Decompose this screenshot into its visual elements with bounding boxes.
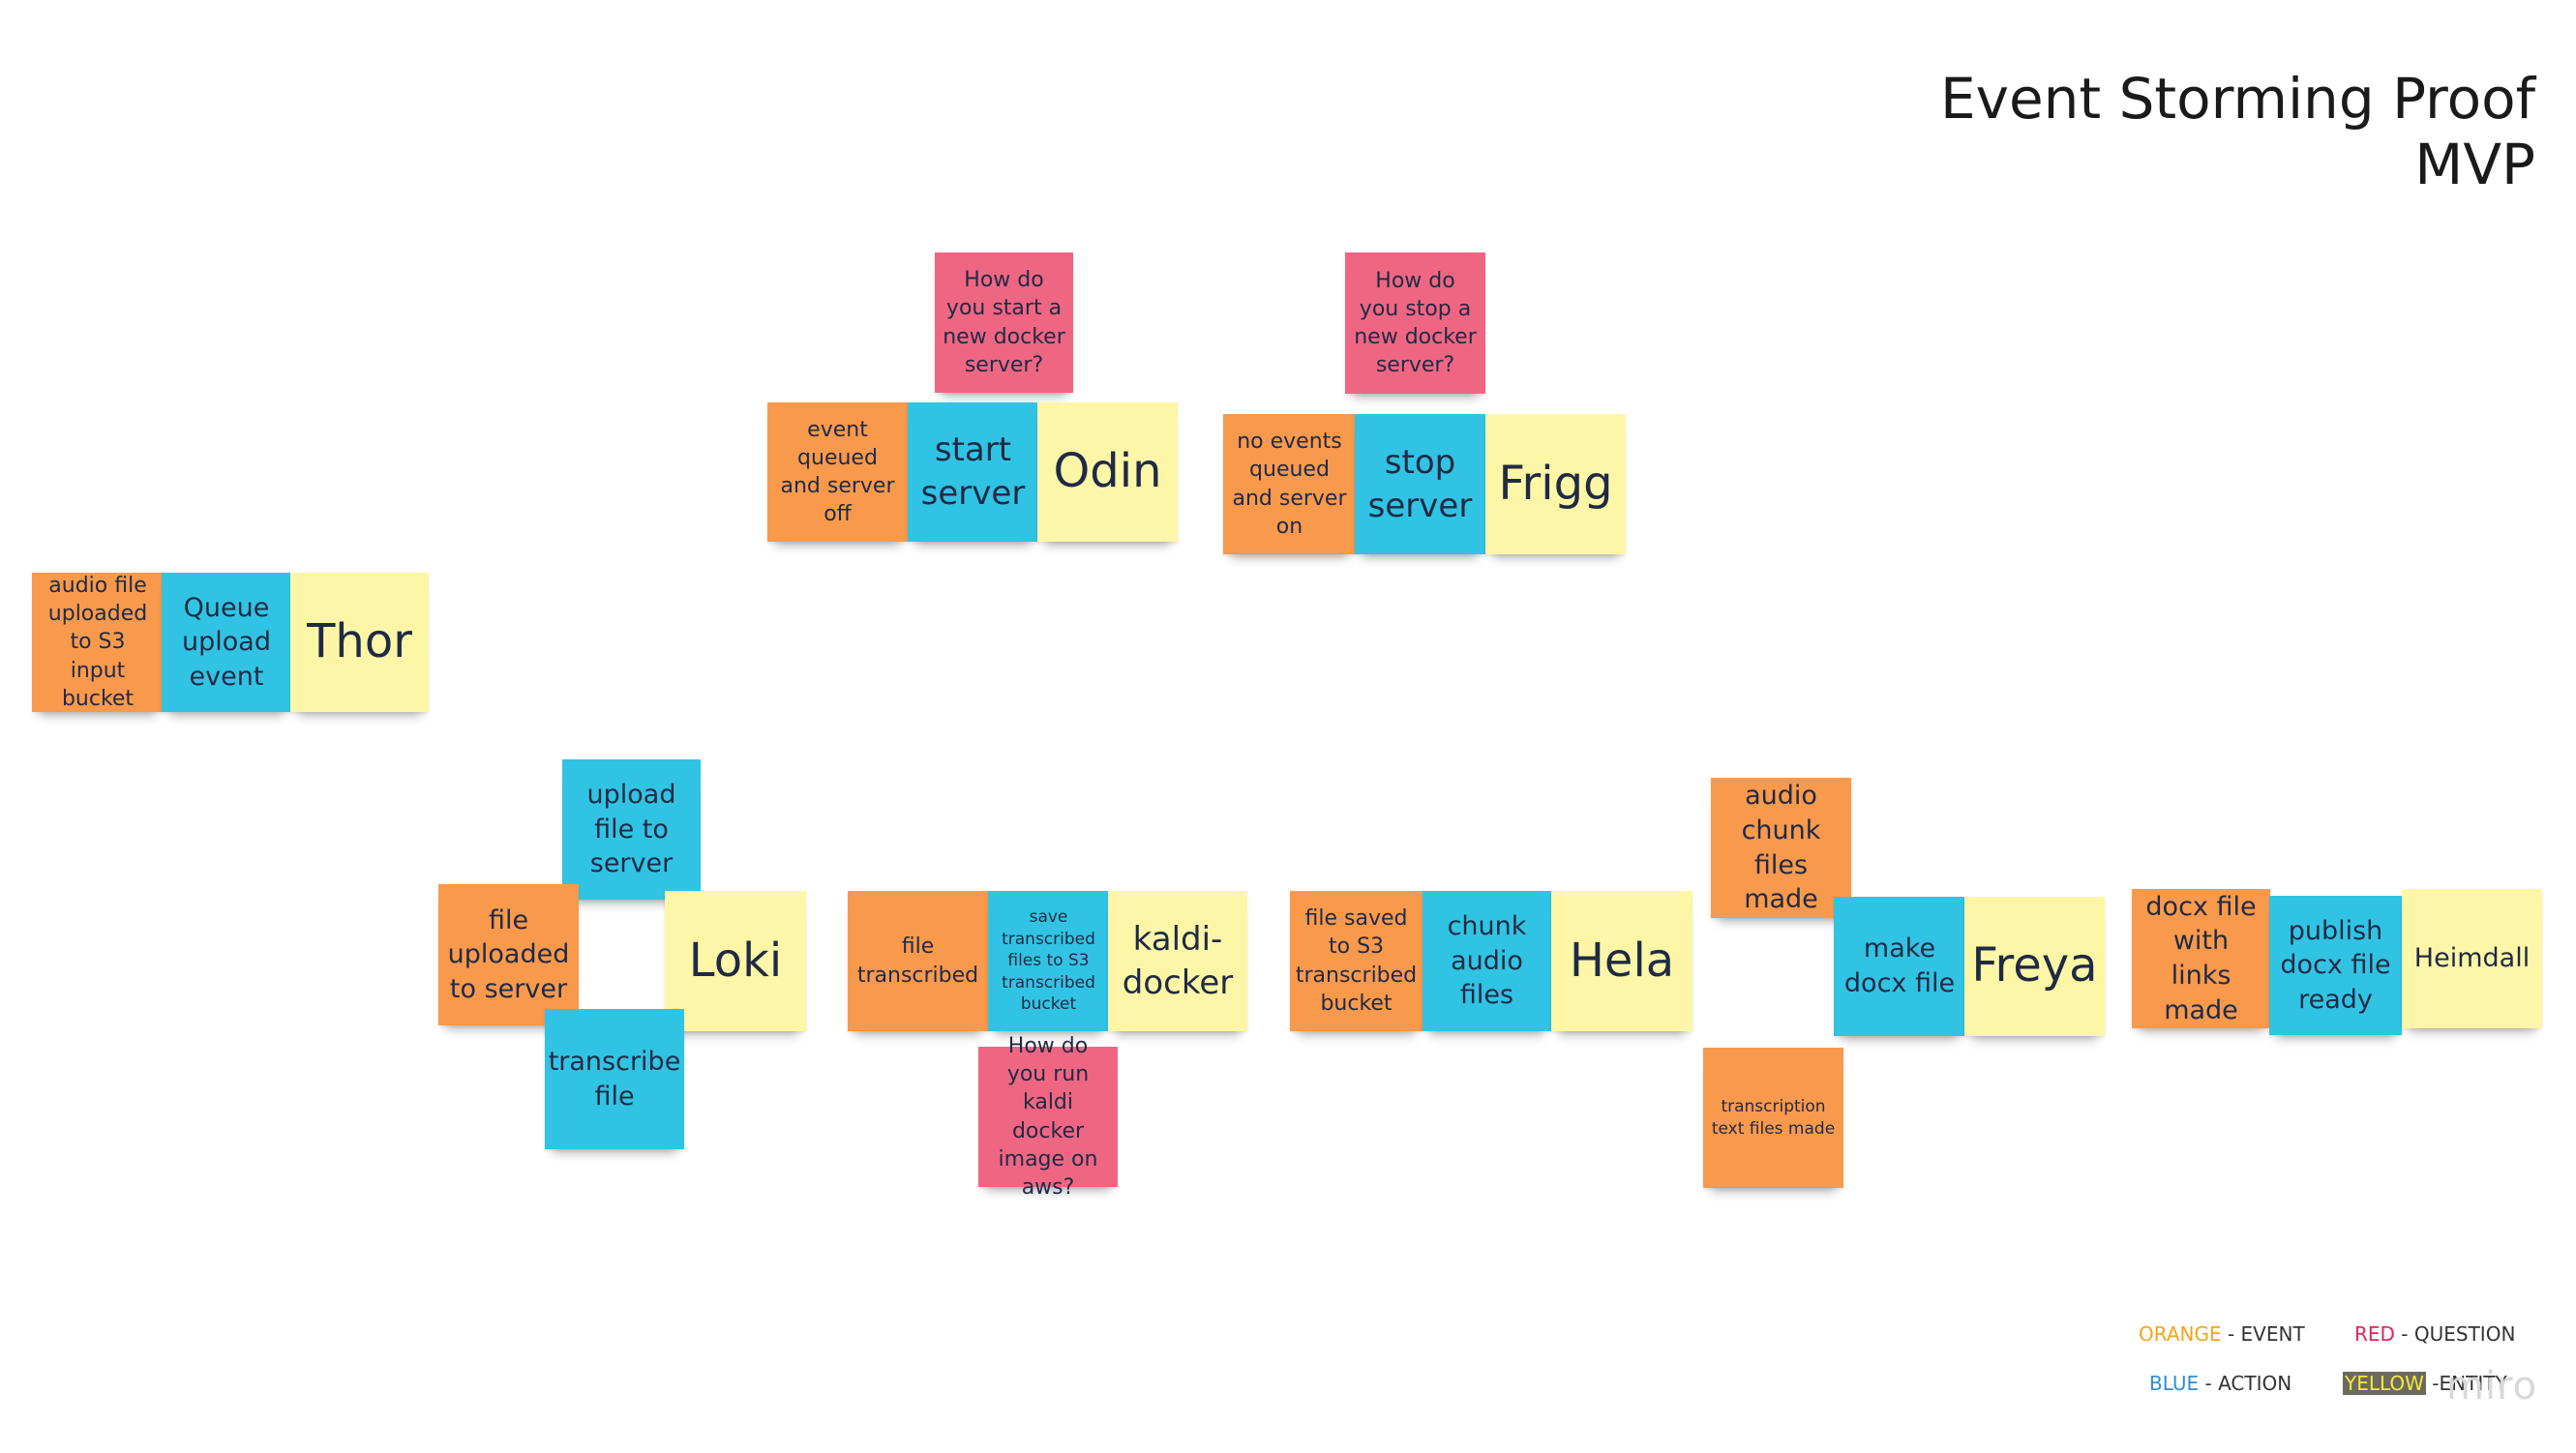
sticky-note-entity-odin[interactable]: Odin (1037, 402, 1178, 542)
board-title: Event Storming Proof MVP (1939, 66, 2535, 197)
legend-red-desc: - QUESTION (2394, 1322, 2516, 1346)
sticky-note-event-frigg[interactable]: no events queued and server on (1223, 414, 1356, 554)
sticky-note-question-odin[interactable]: How do you start a new docker server? (935, 252, 1073, 393)
sticky-note-action-thor[interactable]: Queue upload event (162, 573, 291, 712)
sticky-note-entity-kaldi[interactable]: kaldi-docker (1108, 891, 1247, 1031)
sticky-note-event-freya-text[interactable]: transcription text files made (1703, 1048, 1843, 1188)
sticky-note-entity-loki[interactable]: Loki (665, 891, 806, 1031)
legend-blue-action: BLUE - ACTION (2149, 1372, 2291, 1395)
sticky-note-action-freya[interactable]: make docx file (1834, 897, 1965, 1036)
sticky-note-action-hela[interactable]: chunk audio files (1423, 891, 1551, 1031)
sticky-note-entity-frigg[interactable]: Frigg (1485, 414, 1626, 554)
legend-red-word: RED (2354, 1322, 2395, 1346)
miro-watermark: miro (2446, 1364, 2538, 1409)
sticky-note-event-thor[interactable]: audio file uploaded to S3 input bucket (32, 573, 164, 712)
sticky-note-event-hela[interactable]: file saved to S3 transcribed bucket (1290, 891, 1423, 1031)
sticky-note-event-freya-audio[interactable]: audio chunk files made (1711, 778, 1851, 918)
event-storming-board[interactable]: Event Storming Proof MVP audio file uplo… (0, 0, 2576, 1453)
legend-red-question: RED - QUESTION (2354, 1322, 2515, 1346)
legend-blue-word: BLUE (2149, 1372, 2200, 1395)
sticky-note-action-loki-transcribe[interactable]: transcribe file (545, 1009, 684, 1149)
legend-orange-word: ORANGE (2139, 1322, 2222, 1346)
sticky-note-question-frigg[interactable]: How do you stop a new docker server? (1345, 252, 1485, 394)
sticky-note-event-odin[interactable]: event queued and server off (767, 402, 908, 542)
sticky-note-event-loki[interactable]: file uploaded to server (438, 884, 579, 1025)
sticky-note-entity-thor[interactable]: Thor (290, 573, 429, 712)
sticky-note-entity-freya[interactable]: Freya (1964, 897, 2105, 1036)
sticky-note-event-kaldi[interactable]: file transcribed (848, 891, 988, 1031)
legend-orange-event: ORANGE - EVENT (2139, 1322, 2305, 1346)
sticky-note-action-heimdall[interactable]: publish docx file ready (2269, 896, 2402, 1035)
sticky-note-action-kaldi[interactable]: save transcribed files to S3 transcribed… (988, 891, 1109, 1031)
sticky-note-entity-hela[interactable]: Hela (1551, 891, 1692, 1031)
sticky-note-action-frigg[interactable]: stop server (1355, 414, 1485, 554)
legend-orange-desc: - EVENT (2221, 1322, 2305, 1346)
sticky-note-event-heimdall[interactable]: docx file with links made (2132, 889, 2270, 1028)
sticky-note-action-loki-upload[interactable]: upload file to server (562, 759, 701, 900)
sticky-note-action-odin[interactable]: start server (908, 402, 1038, 542)
legend-blue-desc: - ACTION (2199, 1372, 2292, 1395)
legend-yellow-word: YELLOW (2343, 1372, 2426, 1395)
sticky-note-question-kaldi[interactable]: How do you run kaldi docker image on aws… (978, 1034, 1118, 1200)
sticky-note-entity-heimdall[interactable]: Heimdall (2402, 889, 2542, 1028)
